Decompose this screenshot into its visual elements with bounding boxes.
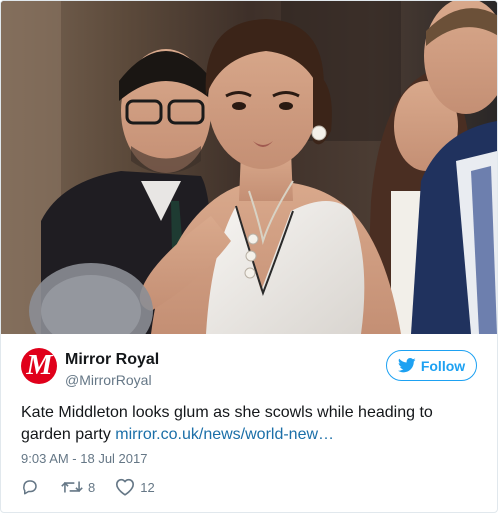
- retweet-button[interactable]: 8: [61, 478, 95, 496]
- reply-button[interactable]: [21, 478, 39, 496]
- tweet-timestamp[interactable]: 9:03 AM - 18 Jul 2017: [21, 451, 147, 466]
- tweet-actions: 8 12: [21, 477, 155, 497]
- retweet-icon: [61, 481, 83, 493]
- heart-icon: [116, 478, 135, 496]
- follow-button[interactable]: Follow: [386, 350, 477, 381]
- tweet-photo[interactable]: [1, 1, 497, 334]
- tweet-card: M Mirror Royal @MirrorRoyal Follow Kate …: [0, 0, 498, 513]
- retweet-count: 8: [88, 479, 96, 495]
- mirror-logo-icon: M: [25, 350, 53, 381]
- like-button[interactable]: 12: [115, 478, 155, 496]
- account-handle[interactable]: @MirrorRoyal: [65, 372, 152, 388]
- tweet-link[interactable]: mirror.co.uk/news/world-new…: [115, 426, 334, 443]
- tweet-body: M Mirror Royal @MirrorRoyal Follow Kate …: [1, 334, 497, 512]
- tweet-text: Kate Middleton looks glum as she scowls …: [21, 402, 477, 446]
- follow-label: Follow: [420, 357, 466, 374]
- avatar[interactable]: M: [21, 348, 57, 384]
- reply-icon: [23, 480, 37, 495]
- like-count: 12: [140, 479, 155, 495]
- account-name[interactable]: Mirror Royal: [65, 351, 159, 369]
- twitter-bird-icon: [397, 358, 416, 373]
- photo-scene: [1, 1, 497, 334]
